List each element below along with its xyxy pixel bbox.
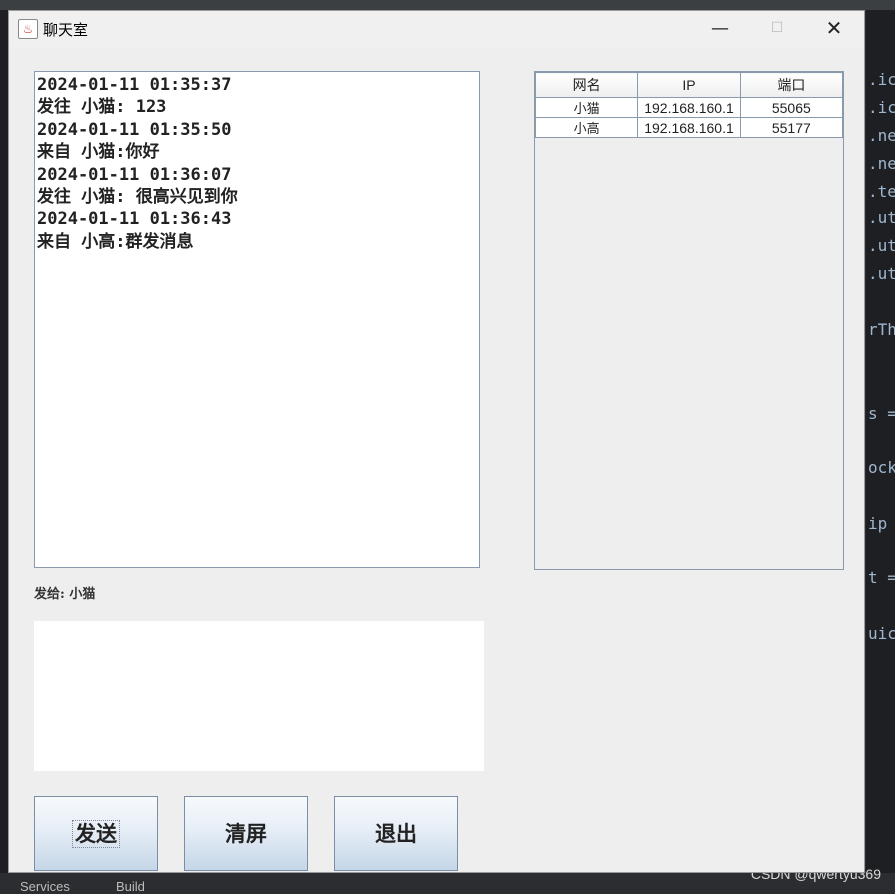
java-app-icon: ♨ xyxy=(18,19,38,39)
chat-line: 2024-01-11 01:36:07 xyxy=(37,164,232,185)
column-header-ip[interactable]: IP xyxy=(637,72,741,98)
table-row[interactable]: 小高 192.168.160.1 55177 xyxy=(534,117,844,138)
ide-code-edge: .ic .ic .ne .ne .te .ut .ut .ut rTh s = … xyxy=(866,10,895,873)
chat-line: 2024-01-11 01:35:50 xyxy=(37,119,232,140)
user-ip: 192.168.160.1 xyxy=(637,117,741,138)
services-tab-label[interactable]: Services xyxy=(20,879,70,894)
send-button-label: 发送 xyxy=(72,820,120,848)
column-header-port[interactable]: 端口 xyxy=(739,72,844,98)
chat-line: 发往 小猫: 很高兴见到你 xyxy=(37,187,238,208)
column-header-nickname[interactable]: 网名 xyxy=(534,72,639,98)
chat-history[interactable]: 2024-01-11 01:35:37 发往 小猫: 123 2024-01-1… xyxy=(34,71,480,568)
chat-line: 2024-01-11 01:36:43 xyxy=(37,209,232,230)
title-bar: ♨ 聊天室 — ☐ ✕ xyxy=(9,11,864,48)
online-users-table[interactable]: 网名 IP 端口 小猫 192.168.160.1 55065 小高 192.1… xyxy=(534,71,844,570)
user-ip: 192.168.160.1 xyxy=(637,97,741,118)
chat-line: 发往 小猫: 123 xyxy=(37,97,167,118)
window-title: 聊天室 xyxy=(43,21,89,39)
exit-button[interactable]: 退出 xyxy=(334,796,458,871)
close-button[interactable]: ✕ xyxy=(806,11,862,48)
send-button[interactable]: 发送 xyxy=(34,796,158,871)
user-port: 55177 xyxy=(739,117,844,138)
clear-button[interactable]: 清屏 xyxy=(184,796,308,871)
ide-left-edge xyxy=(0,10,8,873)
chat-line: 来自 小高:群发消息 xyxy=(37,231,194,252)
user-nickname: 小高 xyxy=(534,117,639,138)
maximize-button[interactable]: ☐ xyxy=(749,11,805,48)
message-input[interactable] xyxy=(34,621,484,771)
table-row[interactable]: 小猫 192.168.160.1 55065 xyxy=(534,97,844,118)
chat-line: 2024-01-11 01:35:37 xyxy=(37,75,232,95)
ide-tab-strip xyxy=(0,0,895,10)
chat-line: 来自 小猫:你好 xyxy=(37,142,160,163)
chat-window: ♨ 聊天室 — ☐ ✕ 2024-01-11 01:35:37 发往 小猫: 1… xyxy=(8,10,865,873)
user-port: 55065 xyxy=(739,97,844,118)
user-nickname: 小猫 xyxy=(534,97,639,118)
minimize-button[interactable]: — xyxy=(692,11,748,48)
send-to-label: 发给: 小猫 xyxy=(34,587,96,602)
build-tab-label[interactable]: Build xyxy=(116,879,145,894)
